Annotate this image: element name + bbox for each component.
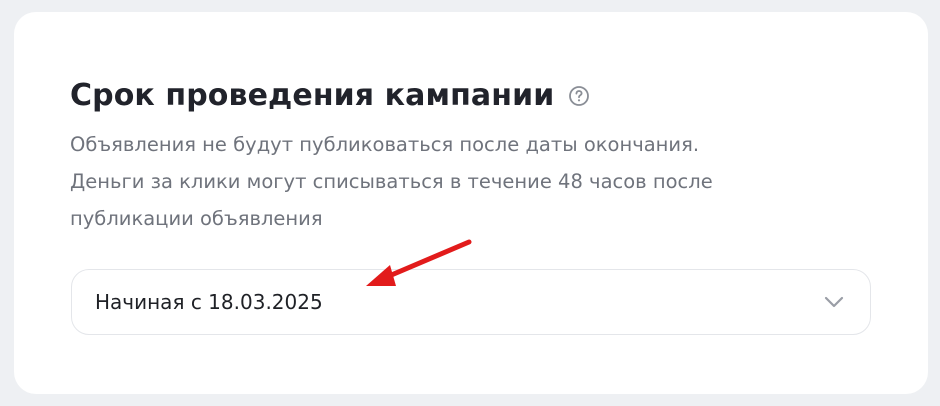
section-title: Срок проведения кампании xyxy=(70,78,555,113)
description-line: Объявления не будут публиковаться после … xyxy=(70,133,700,156)
start-date-select[interactable]: Начиная с 18.03.2025 xyxy=(71,269,871,335)
start-date-value: Начиная с 18.03.2025 xyxy=(95,290,323,314)
description-line: публикации объявления xyxy=(70,207,323,230)
campaign-duration-card: Срок проведения кампании Объявления не б… xyxy=(14,12,928,394)
help-circle-icon[interactable] xyxy=(568,85,590,107)
title-row: Срок проведения кампании xyxy=(70,76,590,116)
description-line: Деньги за клики могут списываться в тече… xyxy=(70,170,713,193)
chevron-down-icon xyxy=(824,296,844,308)
section-description: Объявления не будут публиковаться после … xyxy=(70,126,830,237)
